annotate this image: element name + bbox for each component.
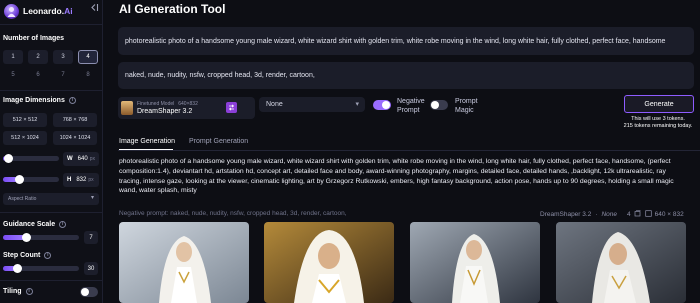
tab-image-generation[interactable]: Image Generation	[119, 138, 175, 145]
aspect-ratio-select[interactable]: Aspect Ratio ▾	[3, 193, 99, 205]
model-subtitle: Finetuned Model 640×832	[137, 101, 198, 107]
generation-size: 640 × 832	[654, 211, 684, 218]
info-icon[interactable]: i	[59, 221, 67, 228]
generation-negative-prompt: Negative prompt: naked, nude, nudity, ns…	[119, 210, 347, 217]
num-images-4-button[interactable]: 4	[78, 50, 98, 64]
negative-prompt-toggle[interactable]	[373, 100, 391, 110]
model-select[interactable]: Finetuned Model 640×832 DreamShaper 3.2	[118, 97, 255, 119]
generation-model: DreamShaper 3.2	[540, 211, 592, 218]
number-of-images-grid: 1 2 3 4 5 6 7 8	[3, 50, 99, 82]
num-images-8-button[interactable]: 8	[78, 68, 98, 82]
tiling-label: Tiling i	[3, 288, 33, 295]
guidance-scale-value[interactable]: 7	[84, 231, 98, 244]
num-images-7-button[interactable]: 7	[53, 68, 73, 82]
step-count-slider[interactable]	[3, 264, 79, 273]
generate-button[interactable]: Generate	[624, 95, 694, 113]
divider	[0, 24, 103, 25]
brand-name: Leonardo.Ai	[23, 6, 73, 16]
dimension-1024x1024-button[interactable]: 1024 × 1024	[53, 131, 97, 145]
generation-style: None	[601, 211, 618, 218]
tiling-toggle[interactable]	[80, 287, 98, 297]
height-slider[interactable]	[3, 175, 59, 184]
model-swap-icon[interactable]	[226, 102, 237, 113]
negative-prompt-toggle-label: Negative Prompt	[397, 98, 425, 114]
logo-avatar-icon	[4, 3, 19, 19]
generated-image-2[interactable]	[264, 222, 394, 303]
sidebar: Leonardo.Ai Number of Images 1 2 3 4 5 6…	[0, 0, 103, 303]
num-images-2-button[interactable]: 2	[28, 50, 48, 64]
num-images-5-button[interactable]: 5	[3, 68, 23, 82]
model-name: DreamShaper 3.2	[137, 108, 193, 115]
num-images-3-button[interactable]: 3	[53, 50, 73, 64]
guidance-scale-label: Guidance Scale i	[3, 221, 67, 228]
generation-prompt-text: photorealistic photo of a handsome young…	[119, 158, 674, 195]
negative-prompt-input[interactable]: naked, nude, nudity, nsfw, cropped head,…	[118, 62, 694, 89]
tab-prompt-generation[interactable]: Prompt Generation	[189, 138, 248, 145]
width-field[interactable]: W 640 px	[63, 152, 99, 166]
divider	[0, 280, 103, 281]
step-count-label: Step Count i	[3, 252, 52, 259]
generation-meta: DreamShaper 3.2 · None 4 640 × 832	[540, 210, 684, 219]
prompt-input[interactable]: photorealistic photo of a handsome young…	[118, 27, 694, 55]
info-icon[interactable]: i	[25, 288, 33, 295]
brand[interactable]: Leonardo.Ai	[4, 3, 102, 19]
num-images-6-button[interactable]: 6	[28, 68, 48, 82]
prompt-magic-toggle-label: Prompt Magic	[455, 98, 478, 114]
step-count-value[interactable]: 30	[84, 262, 98, 275]
tabs-divider	[118, 150, 700, 151]
dimension-512x1024-button[interactable]: 512 × 1024	[3, 131, 47, 145]
tokens-remaining-note: 215 tokens remaining today.	[623, 123, 693, 129]
info-icon[interactable]: i	[68, 97, 76, 104]
height-field[interactable]: H 832 px	[63, 173, 99, 187]
generation-count: 4	[627, 211, 631, 218]
divider	[0, 90, 103, 91]
generated-image-1[interactable]	[119, 222, 249, 303]
image-dimensions-label: Image Dimensions i	[3, 97, 76, 104]
image-dimensions-grid: 512 × 512 768 × 768 512 × 1024 1024 × 10…	[3, 113, 99, 145]
page-title: AI Generation Tool	[119, 2, 226, 16]
generated-image-3[interactable]	[410, 222, 540, 303]
style-select[interactable]: None ▾	[259, 97, 365, 112]
number-of-images-label: Number of Images	[3, 35, 65, 42]
prompt-magic-toggle[interactable]	[430, 100, 448, 110]
collapse-sidebar-icon[interactable]	[89, 3, 99, 13]
chevron-down-icon: ▾	[90, 195, 94, 201]
dimension-768x768-button[interactable]: 768 × 768	[53, 113, 97, 127]
active-tab-indicator	[119, 149, 173, 150]
chevron-down-icon: ▾	[355, 101, 359, 108]
generated-image-4[interactable]	[556, 222, 686, 303]
dimension-512x512-button[interactable]: 512 × 512	[3, 113, 47, 127]
guidance-scale-slider[interactable]	[3, 233, 79, 242]
num-images-1-button[interactable]: 1	[3, 50, 23, 64]
divider	[0, 212, 103, 213]
token-usage-note: This will use 3 tokens.	[631, 116, 685, 122]
image-stack-icon	[634, 210, 641, 219]
dimension-icon	[645, 210, 652, 219]
info-icon[interactable]: i	[44, 252, 52, 259]
model-thumbnail	[121, 101, 133, 115]
width-slider[interactable]	[3, 154, 59, 163]
